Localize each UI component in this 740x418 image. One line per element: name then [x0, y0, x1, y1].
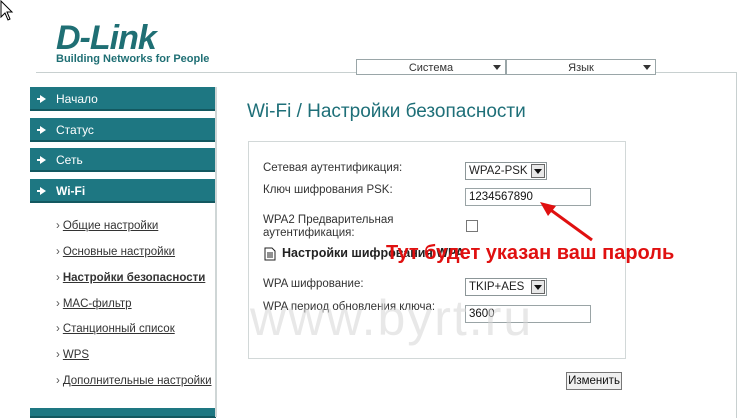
password-annotation: Тут будет указан ваш пароль: [386, 242, 675, 264]
submenu-label: Основные настройки: [62, 246, 176, 258]
system-menu-dropdown[interactable]: Система: [356, 59, 506, 75]
chevron-down-icon: [531, 164, 545, 178]
submenu-basic-settings[interactable]: › Основные настройки: [56, 245, 175, 259]
submenu-label: MAC-фильтр: [62, 298, 132, 310]
submenu-mac-filter[interactable]: › MAC-фильтр: [56, 297, 132, 311]
mouse-cursor-icon: [0, 0, 14, 21]
submenu-security-settings[interactable]: › Настройки безопасности: [56, 271, 205, 285]
psk-key-value: 1234567890: [469, 191, 533, 203]
submenu-general-settings[interactable]: › Общие настройки: [56, 219, 158, 233]
auth-select[interactable]: WPA2-PSK: [465, 162, 547, 180]
sidebar-item-start[interactable]: Начало: [30, 87, 216, 111]
submenu-label: Станционный список: [62, 323, 175, 335]
submenu-advanced-settings[interactable]: › Дополнительные настройки: [56, 374, 212, 388]
submenu-label: Общие настройки: [62, 220, 159, 232]
dlink-logo: D-Link: [56, 19, 157, 57]
arrow-right-icon: [37, 187, 46, 195]
page-title: Wi-Fi / Настройки безопасности: [247, 101, 526, 122]
arrow-right-icon: [37, 126, 46, 134]
system-menu-label: Система: [408, 62, 454, 74]
submenu-label: Дополнительные настройки: [62, 375, 212, 387]
preauth-checkbox[interactable]: [466, 220, 478, 232]
submenu-label: Настройки безопасности: [62, 272, 206, 284]
apply-button[interactable]: Изменить: [566, 372, 622, 390]
auth-select-value: WPA2-PSK: [469, 165, 528, 177]
document-icon: [264, 247, 276, 261]
psk-label: Ключ шифрования PSK:: [263, 184, 393, 196]
sidebar-item-status[interactable]: Статус: [30, 118, 216, 142]
sidebar-item-network[interactable]: Сеть: [30, 148, 216, 172]
watermark: www.byrt.ru: [250, 290, 534, 346]
language-menu-dropdown[interactable]: Язык: [506, 59, 656, 75]
sidebar-item-label: Сеть: [56, 153, 83, 167]
arrow-right-icon: [37, 156, 46, 164]
submenu-wps[interactable]: › WPS: [56, 348, 89, 362]
chevron-down-icon: [493, 65, 501, 70]
red-arrow-icon: [540, 202, 593, 242]
preauth-label-line2: аутентификация:: [263, 227, 355, 239]
arrow-right-icon: [37, 95, 46, 103]
sidebar-item-wifi[interactable]: Wi-Fi: [30, 179, 216, 203]
language-menu-label: Язык: [568, 62, 594, 74]
auth-label: Сетевая аутентификация:: [263, 162, 403, 174]
preauth-label-line1: WPA2 Предварительная: [263, 214, 394, 226]
submenu-station-list[interactable]: › Станционный список: [56, 322, 175, 336]
logo-tagline: Building Networks for People: [56, 53, 210, 65]
sidebar-item-label: Статус: [56, 123, 94, 137]
sidebar-item-label: Wi-Fi: [56, 184, 86, 198]
submenu-label: WPS: [62, 349, 90, 361]
chevron-down-icon: [643, 65, 651, 70]
sidebar-divider: [215, 87, 217, 417]
sidebar-item-label: Начало: [56, 92, 98, 106]
